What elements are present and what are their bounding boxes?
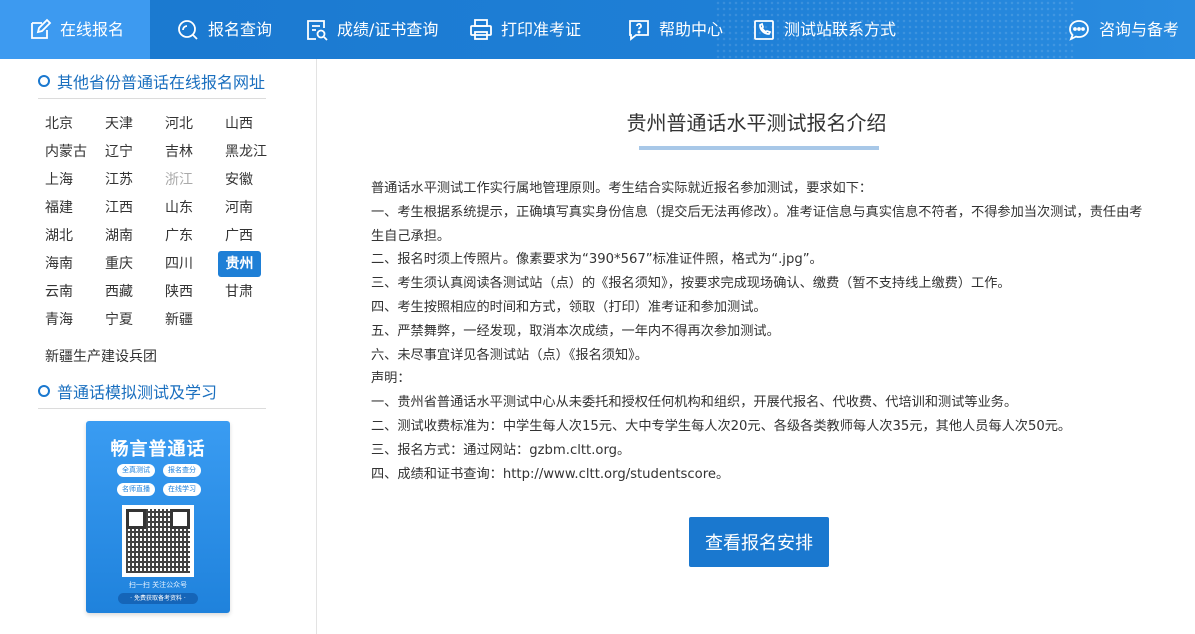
province-link[interactable]: 湖南 [98, 223, 146, 249]
province-link[interactable]: 吉林 [158, 139, 206, 165]
province-link-active[interactable]: 贵州 [218, 251, 261, 277]
province-link-xinjiang-corps[interactable]: 新疆生产建设兵团 [45, 346, 157, 366]
nav-label: 打印准考证 [501, 20, 582, 39]
province-link[interactable]: 海南 [38, 251, 86, 277]
nav-label: 成绩/证书查询 [337, 20, 439, 39]
intro-paragraph: 六、未尽事宜详见各测试站（点）《报名须知》。 [371, 347, 648, 363]
province-link[interactable]: 广西 [218, 223, 266, 249]
statement-paragraph: 二、测试收费标准为：中学生每人次15元、大中专学生每人次20元、各级各类教师每人… [371, 418, 1072, 434]
intro-paragraph: 三、考生须认真阅读各测试站（点）的《报名须知》，按要求完成现场确认、缴费（暂不支… [371, 276, 1011, 292]
province-link[interactable]: 河南 [218, 195, 266, 221]
province-link[interactable]: 北京 [38, 111, 86, 137]
nav-label: 报名查询 [208, 20, 273, 39]
nav-label: 帮助中心 [659, 20, 724, 39]
province-link[interactable]: 福建 [38, 195, 86, 221]
province-link[interactable]: 河北 [158, 111, 206, 137]
title-underline [639, 146, 879, 150]
nav-label: 在线报名 [60, 20, 125, 39]
province-link[interactable]: 天津 [98, 111, 146, 137]
promo-scan-text: 扫一扫 关注公众号 [128, 581, 188, 589]
phone-icon [754, 19, 774, 40]
page-title: 贵州普通话水平测试报名介绍 [626, 111, 887, 135]
intro-paragraph: 普通话水平测试工作实行属地管理原则。考生结合实际就近报名参加测试，要求如下： [371, 181, 873, 196]
intro-paragraph: 一、考生根据系统提示，正确填写真实身份信息（提交后无法再修改）。准考证信息与真实… [371, 204, 1143, 244]
province-link[interactable]: 青海 [38, 307, 86, 333]
promo-tag: 名师直播 [117, 483, 155, 496]
province-link[interactable]: 江苏 [98, 167, 146, 193]
province-link[interactable]: 重庆 [98, 251, 146, 277]
nav-help-center[interactable]: 帮助中心 [627, 0, 723, 59]
province-link[interactable]: 湖北 [38, 223, 86, 249]
promo-tag: 在线学习 [163, 483, 201, 496]
study-section-title: 普通话模拟测试及学习 [38, 373, 266, 409]
province-link[interactable]: 黑龙江 [218, 139, 267, 165]
intro-paragraph: 二、报名时须上传照片。像素要求为“390*567”标准证件照，格式为“.jpg”… [371, 252, 823, 268]
promo-free-text: · 免费获取备考资料 · [118, 593, 198, 604]
circle-bullet-icon [38, 74, 50, 87]
province-link-disabled: 浙江 [165, 172, 193, 188]
province-link[interactable]: 甘肃 [218, 279, 266, 305]
edit-icon [31, 18, 52, 39]
help-icon [629, 19, 649, 41]
printer-icon [470, 18, 492, 40]
statement-paragraph: 一、贵州省普通话水平测试中心从未委托和授权任何机构和组织，开展代报名、代收费、代… [371, 395, 1018, 411]
province-link[interactable]: 陕西 [158, 279, 206, 305]
province-link[interactable]: 新疆 [158, 307, 206, 333]
nav-score-certificate-query[interactable]: 成绩/证书查询 [305, 0, 438, 59]
circle-bullet-icon [38, 384, 50, 397]
certificate-search-icon [307, 19, 328, 41]
sidebar: 其他省份普通话在线报名网址 北京 天津 河北 山西 内蒙古 辽宁 吉林 黑龙江 … [0, 59, 317, 634]
statement-paragraph: 四、成绩和证书查询：http://www.cltt.org/studentsco… [371, 466, 730, 482]
provinces-section-title: 其他省份普通话在线报名网址 [38, 63, 266, 99]
promo-tag: 全真测试 [117, 464, 155, 477]
intro-text: 普通话水平测试工作实行属地管理原则。考生结合实际就近报名参加测试，要求如下： 一… [371, 177, 1151, 486]
province-link[interactable]: 山东 [158, 195, 206, 221]
intro-paragraph: 五、严禁舞弊，一经发现，取消本次成绩，一年内不得再次参加测试。 [371, 323, 780, 339]
view-registration-schedule-button[interactable]: 查看报名安排 [689, 517, 829, 567]
main-content: 贵州普通话水平测试报名介绍 普通话水平测试工作实行属地管理原则。考生结合实际就近… [318, 59, 1195, 634]
province-link[interactable]: 上海 [38, 167, 86, 193]
province-link[interactable]: 江西 [98, 195, 146, 221]
nav-label: 测试站联系方式 [784, 20, 897, 39]
promo-tag: 报名查分 [163, 464, 201, 477]
qr-code [122, 505, 194, 577]
top-nav: 在线报名 报名查询 成绩/证书查询 打印准考证 帮助中心 测试站联系方式 咨询与… [0, 0, 1195, 59]
province-link[interactable]: 安徽 [218, 167, 266, 193]
province-link[interactable]: 辽宁 [98, 139, 146, 165]
nav-registration-query[interactable]: 报名查询 [176, 0, 272, 59]
promo-card[interactable]: 畅言普通话 全真测试 报名查分 名师直播 在线学习 扫一扫 关注公众号 · 免费… [86, 421, 230, 613]
statement-paragraph: 三、报名方式：通过网站：gzbm.cltt.org。 [371, 442, 631, 458]
statement-heading: 声明： [371, 371, 411, 387]
province-link[interactable]: 云南 [38, 279, 86, 305]
nav-label: 咨询与备考 [1099, 20, 1180, 39]
nav-print-admission[interactable]: 打印准考证 [469, 0, 581, 59]
intro-paragraph: 四、考生按照相应的时间和方式，领取（打印）准考证和参加测试。 [371, 299, 767, 315]
nav-consult-prep[interactable]: 咨询与备考 [1067, 0, 1179, 59]
province-link[interactable]: 内蒙古 [38, 139, 87, 165]
chat-icon [1069, 19, 1089, 41]
search-icon [178, 19, 198, 40]
province-link[interactable]: 西藏 [98, 279, 146, 305]
nav-online-registration[interactable]: 在线报名 [0, 0, 150, 59]
province-link[interactable]: 宁夏 [98, 307, 146, 333]
province-link[interactable]: 四川 [158, 251, 206, 277]
province-link[interactable]: 山西 [218, 111, 266, 137]
promo-title: 畅言普通话 [110, 439, 206, 460]
nav-station-contacts[interactable]: 测试站联系方式 [752, 0, 896, 59]
province-link[interactable]: 广东 [158, 223, 206, 249]
